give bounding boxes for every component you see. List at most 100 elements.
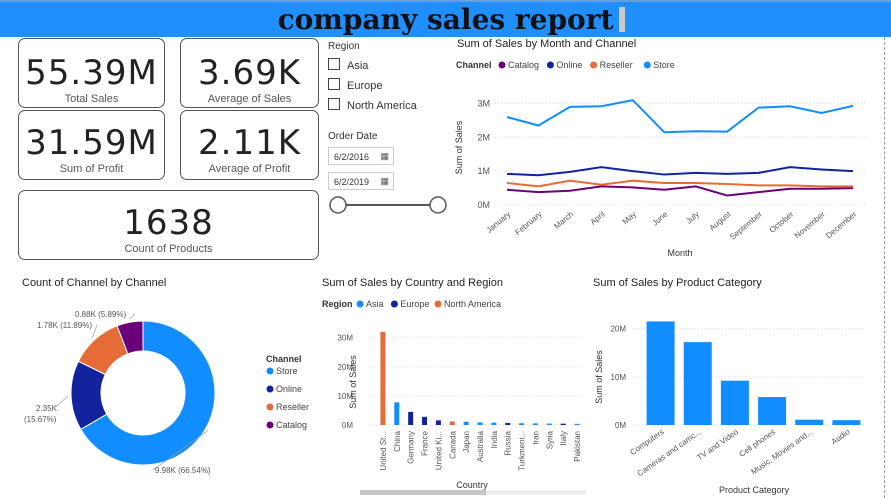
checkbox[interactable] [328, 78, 340, 90]
slider-end-handle[interactable] [429, 196, 447, 214]
y-tick-label: 30M [337, 334, 353, 343]
x-tick-label: December [824, 209, 858, 240]
x-tick-label: Audio [830, 427, 852, 446]
legend-item: Asia [366, 299, 384, 309]
y-tick-label: 2M [477, 132, 490, 142]
x-tick-label: July [684, 210, 701, 226]
kpi-value: 3.69K [198, 53, 301, 93]
line-chart[interactable]: Channel Catalog Online Reseller Store 0M 1M 2M 3… [450, 55, 875, 265]
kpi-label: Count of Products [124, 243, 213, 255]
x-tick-label: Cameras and camc... [635, 427, 702, 478]
legend-item: North America [444, 299, 501, 309]
region-option-europe[interactable]: Europe [328, 78, 382, 92]
legend-marker [266, 403, 274, 411]
legend-marker [643, 61, 651, 69]
x-tick-label: Turkmeni... [518, 431, 527, 471]
x-tick-label: Music, Movies and... [750, 427, 815, 476]
y-tick-label: 3M [477, 99, 490, 109]
x-tick-label: Italy [559, 431, 568, 446]
bar [560, 423, 566, 425]
text-cursor [619, 7, 625, 32]
kpi-label: Average of Sales [207, 93, 292, 105]
x-tick-label: April [589, 210, 607, 227]
kpi-label: Total Sales [64, 93, 119, 105]
bar [574, 423, 580, 425]
kpi-average-profit[interactable]: 2.11K Average of Profit [180, 110, 319, 180]
checkbox[interactable] [328, 98, 340, 110]
legend-item-online: Online [276, 384, 302, 394]
country-bar-chart[interactable]: Region Asia Europe North America0M10M20M30M… [316, 294, 588, 498]
kpi-label: Average of Profit [208, 163, 291, 175]
checkbox[interactable] [328, 58, 340, 70]
x-tick-label: October [768, 209, 796, 234]
kpi-sum-profit[interactable]: 31.59M Sum of Profit [18, 110, 165, 180]
y-axis-label: Sum of Sales [454, 120, 464, 174]
legend-marker [390, 300, 398, 308]
x-tick-label: United Ki... [434, 431, 443, 470]
bar [546, 423, 552, 425]
legend-item: Europe [400, 299, 429, 309]
x-tick-label: Australia [476, 430, 485, 462]
x-tick-label: August [708, 209, 733, 232]
legend-title: Region [322, 299, 353, 309]
bar [795, 419, 824, 425]
legend-item-online: Online [556, 60, 582, 70]
bar [422, 416, 428, 425]
legend-marker [266, 385, 274, 393]
calendar-icon[interactable]: ▦ [380, 176, 389, 187]
y-tick-label: 0M [477, 200, 490, 210]
bar [408, 411, 414, 425]
legend-marker [590, 61, 598, 69]
bar [449, 421, 455, 425]
kpi-value: 2.11K [198, 123, 301, 163]
date-range-slider[interactable] [326, 194, 451, 216]
x-tick-label: Germany [407, 431, 416, 464]
bar [720, 380, 749, 425]
legend-title: Channel [456, 60, 492, 70]
legend-item-reseller: Reseller [600, 60, 633, 70]
legend-marker [498, 61, 506, 69]
bar [394, 402, 400, 425]
y-tick-label: 0M [342, 421, 353, 430]
data-label: 0.88K (5.89%) [75, 310, 126, 319]
calendar-icon[interactable]: ▦ [380, 151, 389, 162]
legend-item-store: Store [653, 60, 675, 70]
kpi-average-sales[interactable]: 3.69K Average of Sales [180, 38, 319, 108]
bar [519, 423, 525, 425]
bar [758, 397, 787, 425]
x-tick-label: France [421, 430, 430, 455]
x-axis-label: Country [456, 480, 488, 490]
legend-item-catalog: Catalog [508, 60, 539, 70]
y-tick-label: 10M [610, 373, 626, 382]
legend-item-catalog: Catalog [276, 420, 307, 430]
x-tick-label: November [793, 209, 827, 240]
kpi-count-products[interactable]: 1638 Count of Products [18, 190, 319, 260]
kpi-total-sales[interactable]: 55.39M Total Sales [18, 38, 165, 108]
region-option-north-america[interactable]: North America [328, 98, 417, 112]
bar [532, 423, 538, 425]
legend-marker [266, 367, 274, 375]
bar [463, 421, 469, 425]
x-tick-label: Russia [504, 430, 513, 455]
x-tick-label: January [485, 210, 513, 235]
region-option-asia[interactable]: Asia [328, 58, 368, 72]
bar [646, 321, 675, 425]
series-line-store [506, 99, 854, 134]
slider-start-handle[interactable] [329, 196, 347, 214]
kpi-value: 55.39M [25, 53, 158, 93]
bar [380, 331, 386, 425]
x-tick-label: May [621, 210, 638, 227]
horizontal-scrollbar-thumb[interactable] [360, 490, 486, 495]
kpi-label: Sum of Profit [59, 163, 124, 175]
donut-chart[interactable]: 9.98K (66.54%) 2.35K (15.67%) 1.78K (11.89%… [10, 295, 315, 490]
series-line-catalog [506, 185, 854, 197]
report-title: company sales report [277, 3, 614, 36]
legend-marker [266, 421, 274, 429]
category-bar-chart[interactable]: 0M10M20MComputersCameras and camc...TV a… [590, 294, 875, 498]
legend-marker [546, 61, 554, 69]
legend-title: Channel [266, 354, 302, 364]
start-date-input[interactable]: 6/2/2016 ▦ [328, 147, 394, 165]
option-label: Asia [347, 60, 369, 72]
end-date-input[interactable]: 6/2/2019 ▦ [328, 172, 394, 190]
data-label: 9.98K (66.54%) [155, 466, 211, 475]
